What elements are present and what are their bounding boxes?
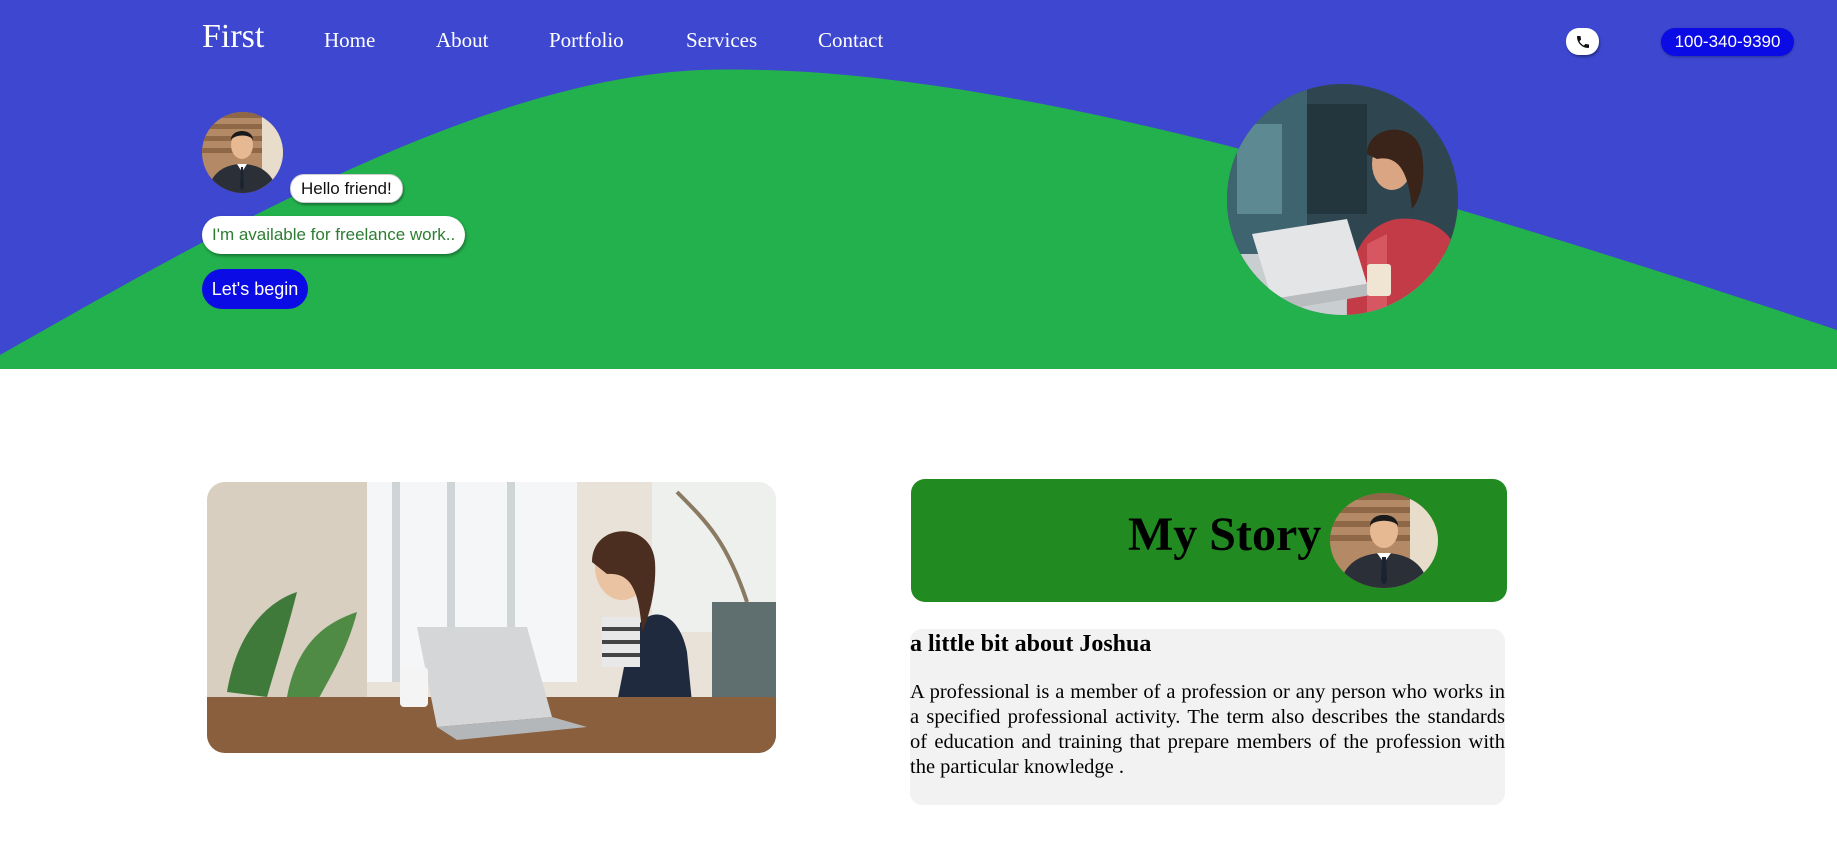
hero-photo: [1227, 84, 1458, 315]
nav-home[interactable]: Home: [324, 28, 375, 53]
nav-contact[interactable]: Contact: [818, 28, 883, 53]
phone-icon: [1576, 35, 1589, 48]
greeting-bubble: Hello friend!: [290, 174, 403, 203]
woman-with-laptop-image: [1227, 84, 1458, 315]
about-paragraph: A professional is a member of a professi…: [910, 681, 1505, 778]
top-navigation: First Home About Portfolio Services Cont…: [0, 0, 1837, 80]
freelance-bubble: I'm available for freelance work..: [202, 216, 466, 254]
about-section: a little bit about Joshua A professional…: [910, 629, 1505, 805]
about-heading: a little bit about Joshua: [910, 631, 1152, 657]
story-avatar: [1330, 493, 1438, 588]
lets-begin-button[interactable]: Let's begin: [202, 269, 308, 309]
hero-section: First Home About Portfolio Services Cont…: [0, 0, 1837, 369]
nav-services[interactable]: Services: [686, 28, 757, 53]
my-story-title: My Story: [1128, 508, 1322, 561]
nav-about[interactable]: About: [436, 28, 489, 53]
my-story-banner: My Story: [911, 479, 1507, 602]
workspace-photo: [207, 482, 776, 753]
man-portrait-image: [1330, 493, 1438, 588]
woman-at-desk-image: [207, 482, 776, 753]
brand-logo[interactable]: First: [202, 18, 264, 56]
phone-button[interactable]: [1566, 28, 1599, 55]
phone-number-button[interactable]: 100-340-9390: [1661, 28, 1794, 56]
profile-avatar: [202, 112, 283, 193]
man-portrait-image: [202, 112, 283, 193]
nav-portfolio[interactable]: Portfolio: [549, 28, 624, 53]
